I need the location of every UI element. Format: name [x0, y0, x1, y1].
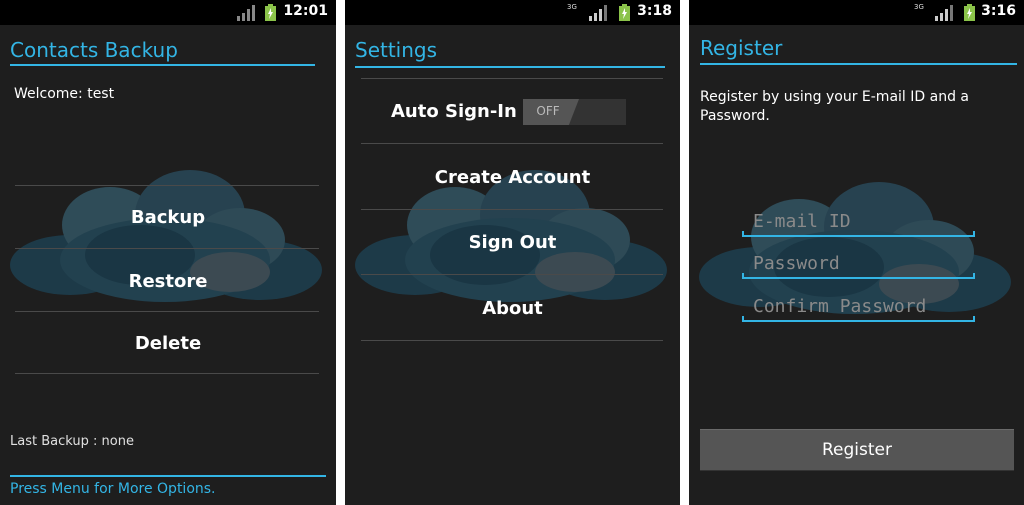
last-backup-text: Last Backup : none — [10, 434, 134, 449]
password-placeholder: Password — [753, 253, 840, 274]
divider — [15, 248, 319, 249]
divider — [361, 340, 663, 341]
register-button[interactable]: Register — [700, 429, 1014, 471]
status-bar: 3G 3:18 — [345, 0, 680, 25]
network-3g-icon: 3G — [567, 3, 577, 11]
field-underline — [742, 277, 975, 279]
field-underline — [742, 320, 975, 322]
auto-sign-in-toggle[interactable]: OFF — [523, 99, 626, 125]
field-underline — [742, 235, 975, 237]
field-tick — [973, 273, 975, 279]
page-title: Contacts Backup — [10, 38, 178, 62]
email-field[interactable]: E-mail ID — [742, 209, 975, 237]
network-3g-icon: 3G — [914, 3, 924, 11]
sign-out-button[interactable]: Sign Out — [345, 232, 680, 253]
confirm-password-placeholder: Confirm Password — [753, 296, 927, 317]
divider — [361, 143, 663, 144]
field-tick — [742, 231, 744, 237]
status-bar: 3G 3:16 — [689, 0, 1024, 25]
toggle-state-label: OFF — [536, 104, 560, 118]
divider — [361, 78, 663, 79]
divider — [15, 185, 319, 186]
delete-button[interactable]: Delete — [0, 333, 336, 354]
battery-icon — [619, 4, 630, 21]
status-time: 3:16 — [981, 3, 1016, 19]
signal-icon — [935, 5, 953, 21]
cloud-icon — [10, 170, 322, 302]
field-tick — [973, 231, 975, 237]
battery-icon — [265, 4, 276, 21]
welcome-text: Welcome: test — [14, 86, 115, 102]
register-screen: 3G 3:16 Register Register by using your … — [689, 0, 1024, 505]
contacts-backup-screen: 12:01 Contacts Backup Welcome: test Back… — [0, 0, 336, 505]
signal-icon — [237, 5, 255, 21]
title-divider — [10, 64, 315, 66]
status-time: 3:18 — [637, 3, 672, 19]
footer-divider — [10, 475, 326, 477]
register-instructions-line-1: Register by using your E-mail ID and a — [700, 89, 969, 105]
field-tick — [742, 273, 744, 279]
divider — [361, 274, 663, 275]
field-tick — [742, 316, 744, 322]
signal-icon — [589, 5, 607, 21]
email-placeholder: E-mail ID — [753, 211, 851, 232]
about-button[interactable]: About — [345, 298, 680, 319]
menu-hint-text: Press Menu for More Options. — [10, 481, 216, 497]
password-field[interactable]: Password — [742, 251, 975, 279]
page-title: Register — [700, 36, 783, 60]
backup-button[interactable]: Backup — [0, 207, 336, 228]
title-divider — [700, 63, 1017, 65]
restore-button[interactable]: Restore — [0, 271, 336, 292]
divider — [15, 373, 319, 374]
confirm-password-field[interactable]: Confirm Password — [742, 294, 975, 322]
page-title: Settings — [355, 38, 438, 62]
battery-icon — [964, 4, 975, 21]
divider — [361, 209, 663, 210]
create-account-button[interactable]: Create Account — [345, 167, 680, 188]
divider — [15, 311, 319, 312]
field-tick — [973, 316, 975, 322]
title-divider — [355, 66, 665, 68]
status-bar: 12:01 — [0, 0, 336, 25]
status-time: 12:01 — [283, 3, 328, 19]
auto-sign-in-label: Auto Sign-In — [391, 101, 517, 122]
register-instructions-line-2: Password. — [700, 108, 770, 124]
settings-screen: 3G 3:18 Settings Auto Sign-In OFF Create… — [345, 0, 680, 505]
